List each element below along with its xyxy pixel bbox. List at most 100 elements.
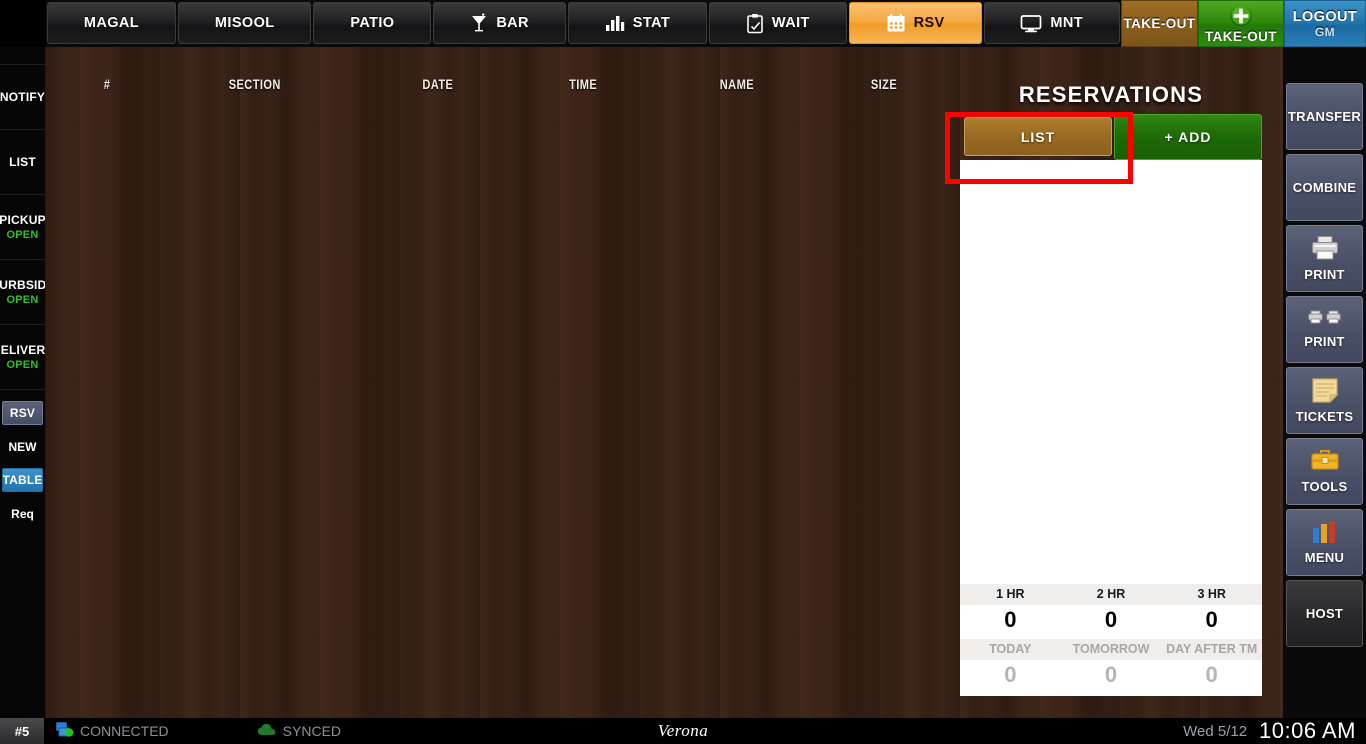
- tickets-button[interactable]: TICKETS: [1286, 367, 1363, 434]
- hour-value-1: 0: [1004, 607, 1017, 632]
- column-header-section: SECTION: [228, 77, 281, 92]
- new-take-out-button[interactable]: TAKE-OUT: [1197, 0, 1284, 47]
- tab-rsv[interactable]: RSV: [848, 2, 982, 44]
- reservations-add-button-label: + ADD: [1164, 129, 1212, 145]
- sidebar-item-rsv-label: RSV: [9, 406, 36, 420]
- logout-button[interactable]: LOGOUT GM: [1283, 0, 1366, 47]
- current-date: Wed 5/12: [1183, 722, 1248, 740]
- pos-application: MAGAL MISOOL PATIO BAR STAT WAIT RSV MNT…: [0, 0, 1366, 744]
- status-bar-right: Wed 5/12 10:06 AM: [1183, 718, 1366, 744]
- sidebar-item-table[interactable]: TABLE: [2, 468, 43, 492]
- chart-icon: [1310, 520, 1340, 547]
- right-sidebar-spacer: [1283, 47, 1366, 83]
- sync-status: SYNCED: [257, 723, 341, 740]
- column-header-size: SIZE: [870, 77, 898, 92]
- new-take-out-label: TAKE-OUT: [1204, 28, 1277, 44]
- tab-misool[interactable]: MISOOL: [178, 2, 312, 44]
- sidebar-item-curbside[interactable]: CURBSIDE OPEN: [0, 260, 45, 325]
- hour-value-row: 0 0 0: [960, 605, 1262, 639]
- day-value-tomorrow: 0: [1104, 662, 1118, 687]
- tools-button-label: TOOLS: [1301, 479, 1348, 494]
- column-header-name: NAME: [719, 77, 754, 92]
- menu-button[interactable]: MENU: [1286, 509, 1363, 576]
- sidebar-item-pickup-label: PICKUP: [0, 213, 45, 227]
- transfer-button-label: TRANSFER: [1287, 109, 1362, 124]
- top-navigation-bar: MAGAL MISOOL PATIO BAR STAT WAIT RSV MNT…: [0, 0, 1366, 47]
- network-icon: [56, 721, 74, 741]
- hour-header-2: 2 HR: [1096, 587, 1126, 601]
- printer-icon: [1310, 235, 1340, 264]
- column-header-number: #: [103, 77, 111, 92]
- sidebar-item-pickup[interactable]: PICKUP OPEN: [0, 195, 45, 260]
- logout-label: LOGOUT: [1292, 8, 1358, 25]
- reservations-list-tab-label: LIST: [1020, 128, 1056, 145]
- tab-rsv-label: RSV: [913, 15, 945, 31]
- hour-header-row: 1 HR 2 HR 3 HR: [960, 584, 1262, 605]
- tickets-button-label: TICKETS: [1295, 409, 1354, 424]
- connection-label: CONNECTED: [80, 723, 169, 739]
- plus-circle-icon: [1229, 4, 1253, 28]
- day-value-day-after: 0: [1205, 662, 1218, 687]
- column-header-time: TIME: [569, 77, 598, 92]
- sidebar-item-delivery[interactable]: DELIVERY OPEN: [0, 325, 45, 390]
- sidebar-item-list[interactable]: LIST: [0, 130, 45, 195]
- sidebar-item-notify[interactable]: NOTIFY: [0, 65, 45, 130]
- print-receipts-button-label: PRINT: [1304, 334, 1345, 349]
- tab-bar[interactable]: BAR: [433, 2, 566, 44]
- bar-chart-icon: [605, 14, 625, 32]
- tab-bar-label: BAR: [496, 15, 529, 31]
- day-value-today: 0: [1004, 662, 1017, 687]
- delivery-status: OPEN: [6, 359, 39, 371]
- sidebar-item-rsv[interactable]: RSV: [2, 401, 43, 425]
- tab-mnt[interactable]: MNT: [983, 2, 1120, 44]
- tab-magal[interactable]: MAGAL: [47, 2, 176, 44]
- tab-patio-label: PATIO: [350, 15, 395, 31]
- tab-wait[interactable]: WAIT: [709, 2, 847, 44]
- terminal-number: #5: [0, 718, 44, 744]
- tab-mnt-label: MNT: [1050, 15, 1084, 31]
- curbside-status: OPEN: [6, 294, 39, 306]
- reservations-list-body[interactable]: 1 HR 2 HR 3 HR 0 0 0 TODAY TOMORROW DAY …: [960, 160, 1262, 696]
- reservations-tab-group: LIST + ADD: [960, 114, 1262, 160]
- menu-button-label: MENU: [1304, 550, 1345, 565]
- tab-patio[interactable]: PATIO: [313, 2, 432, 44]
- day-value-row: 0 0 0: [960, 660, 1262, 696]
- print-button[interactable]: PRINT: [1286, 225, 1363, 292]
- sidebar-item-new-2[interactable]: NEW: [0, 425, 45, 468]
- reservations-list-tab[interactable]: LIST: [964, 117, 1112, 156]
- connection-status: CONNECTED: [56, 721, 169, 741]
- take-out-button[interactable]: TAKE-OUT: [1120, 0, 1198, 47]
- host-button[interactable]: HOST: [1286, 580, 1363, 647]
- note-icon: [1311, 377, 1339, 406]
- receipts-icon: [1307, 310, 1342, 331]
- calendar-icon: [886, 13, 906, 33]
- host-button-label: HOST: [1305, 606, 1344, 621]
- sidebar-item-list-label: LIST: [9, 155, 36, 169]
- sidebar-item-req[interactable]: Req: [0, 492, 45, 536]
- day-header-row: TODAY TOMORROW DAY AFTER TM: [960, 639, 1262, 660]
- reservations-add-button[interactable]: + ADD: [1114, 114, 1262, 160]
- status-bar: #5 CONNECTED SYNCED Wed 5/12 10:06 AM Ve…: [0, 718, 1366, 744]
- clipboard-icon: [746, 13, 764, 34]
- sidebar-item-notify-label: NOTIFY: [0, 90, 45, 104]
- cloud-icon: [257, 723, 277, 740]
- hour-header-1: 1 HR: [996, 587, 1025, 601]
- right-sidebar: TRANSFER COMBINE PRINT PRINT TICKETS TOO…: [1283, 47, 1366, 718]
- take-out-label: TAKE-OUT: [1123, 16, 1196, 31]
- column-header-date: DATE: [422, 77, 454, 92]
- left-sidebar: ONLINE NEW NOTIFY LIST PICKUP OPEN CURBS…: [0, 0, 46, 718]
- combine-button[interactable]: COMBINE: [1286, 154, 1363, 221]
- tab-stat[interactable]: STAT: [567, 2, 707, 44]
- print-receipts-button[interactable]: PRINT: [1286, 296, 1363, 363]
- tools-button[interactable]: TOOLS: [1286, 438, 1363, 505]
- sidebar-item-req-label: Req: [11, 507, 34, 521]
- sidebar-gap-1: [0, 390, 45, 401]
- day-header-tomorrow: TOMORROW: [1072, 642, 1150, 656]
- logout-user: GM: [1314, 24, 1336, 39]
- transfer-button[interactable]: TRANSFER: [1286, 83, 1363, 150]
- current-time: 10:06 AM: [1259, 718, 1356, 743]
- cocktail-icon: [470, 13, 488, 33]
- tab-misool-label: MISOOL: [214, 15, 275, 31]
- sync-label: SYNCED: [282, 723, 342, 739]
- hour-value-3: 0: [1205, 607, 1218, 632]
